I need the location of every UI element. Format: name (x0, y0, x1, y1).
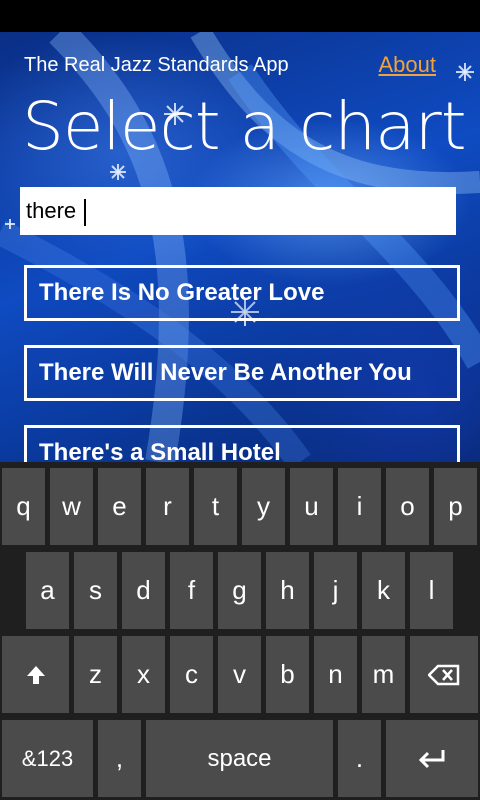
page-title: Select a chart (22, 88, 467, 165)
key-j[interactable]: j (314, 552, 357, 629)
on-screen-keyboard: q w e r t y u i o p a s d f g h j k l z … (0, 462, 480, 800)
key-l[interactable]: l (410, 552, 453, 629)
about-link[interactable]: About (379, 52, 437, 78)
space-key[interactable]: space (146, 720, 333, 797)
key-c[interactable]: c (170, 636, 213, 713)
app-content: The Real Jazz Standards App About Select… (0, 32, 480, 462)
app-title: The Real Jazz Standards App (24, 54, 289, 76)
key-w[interactable]: w (50, 468, 93, 545)
key-a[interactable]: a (26, 552, 69, 629)
status-bar (0, 0, 480, 32)
key-t[interactable]: t (194, 468, 237, 545)
enter-key[interactable] (386, 720, 478, 797)
symbols-key[interactable]: &123 (2, 720, 93, 797)
key-s[interactable]: s (74, 552, 117, 629)
key-d[interactable]: d (122, 552, 165, 629)
period-key[interactable]: . (338, 720, 381, 797)
result-item-there-will-never-be-another-you[interactable]: There Will Never Be Another You (24, 345, 460, 401)
key-h[interactable]: h (266, 552, 309, 629)
key-i[interactable]: i (338, 468, 381, 545)
key-v[interactable]: v (218, 636, 261, 713)
backspace-icon (428, 664, 460, 685)
key-z[interactable]: z (74, 636, 117, 713)
key-b[interactable]: b (266, 636, 309, 713)
key-f[interactable]: f (170, 552, 213, 629)
enter-icon (418, 749, 445, 768)
shift-arrow-icon (26, 665, 45, 684)
key-x[interactable]: x (122, 636, 165, 713)
key-k[interactable]: k (362, 552, 405, 629)
key-e[interactable]: e (98, 468, 141, 545)
key-o[interactable]: o (386, 468, 429, 545)
result-item-theres-a-small-hotel[interactable]: There's a Small Hotel (24, 425, 460, 462)
key-r[interactable]: r (146, 468, 189, 545)
key-u[interactable]: u (290, 468, 333, 545)
backspace-key[interactable] (410, 636, 478, 713)
key-p[interactable]: p (434, 468, 477, 545)
key-g[interactable]: g (218, 552, 261, 629)
key-q[interactable]: q (2, 468, 45, 545)
key-n[interactable]: n (314, 636, 357, 713)
key-m[interactable]: m (362, 636, 405, 713)
comma-key[interactable]: , (98, 720, 141, 797)
result-item-there-is-no-greater-love[interactable]: There Is No Greater Love (24, 265, 460, 321)
text-caret (84, 199, 86, 226)
key-y[interactable]: y (242, 468, 285, 545)
shift-key[interactable] (2, 636, 69, 713)
